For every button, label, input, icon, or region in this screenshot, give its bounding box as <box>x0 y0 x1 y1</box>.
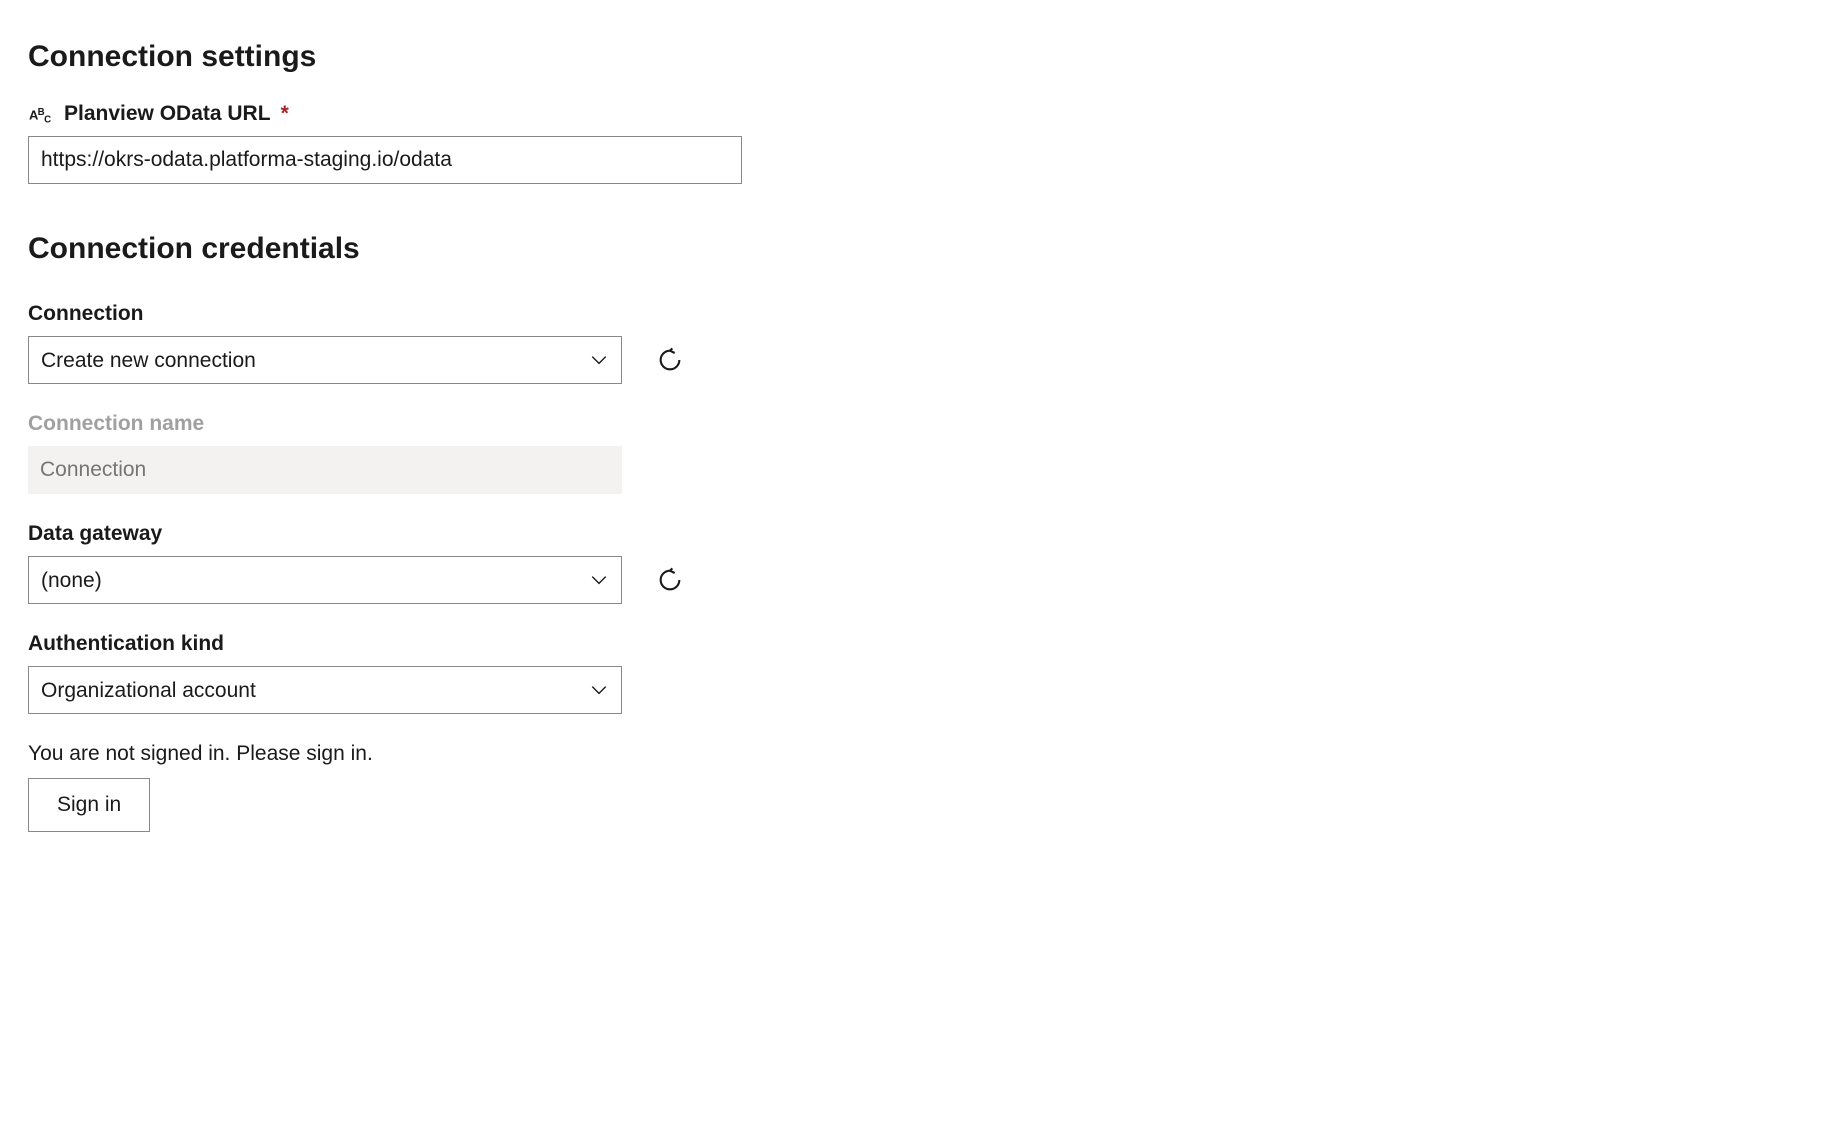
gateway-field-group: Data gateway (none) <box>28 522 1806 604</box>
refresh-icon <box>656 346 684 374</box>
connection-label: Connection <box>28 302 1806 326</box>
url-input[interactable] <box>28 136 742 184</box>
refresh-gateway-button[interactable] <box>652 562 688 598</box>
refresh-icon <box>656 566 684 594</box>
refresh-connection-button[interactable] <box>652 342 688 378</box>
text-type-icon: A B C <box>28 103 56 125</box>
required-indicator: * <box>281 102 289 126</box>
connection-select[interactable]: Create new connection <box>28 336 622 384</box>
url-field-group: A B C Planview OData URL * <box>28 102 1806 184</box>
auth-field-group: Authentication kind Organizational accou… <box>28 632 1806 714</box>
connection-name-input <box>28 446 622 494</box>
auth-select[interactable]: Organizational account <box>28 666 622 714</box>
signin-button[interactable]: Sign in <box>28 778 150 832</box>
connection-credentials-heading: Connection credentials <box>28 232 1806 266</box>
signin-message: You are not signed in. Please sign in. <box>28 742 1806 766</box>
gateway-select[interactable]: (none) <box>28 556 622 604</box>
connection-name-label: Connection name <box>28 412 1806 436</box>
url-field-label: A B C Planview OData URL * <box>28 102 1806 126</box>
connection-settings-heading: Connection settings <box>28 40 1806 74</box>
signin-section: You are not signed in. Please sign in. S… <box>28 742 1806 832</box>
gateway-label: Data gateway <box>28 522 1806 546</box>
connection-field-group: Connection Create new connection <box>28 302 1806 384</box>
svg-text:C: C <box>44 115 51 124</box>
auth-label: Authentication kind <box>28 632 1806 656</box>
connection-name-field-group: Connection name <box>28 412 1806 494</box>
url-label-text: Planview OData URL <box>64 102 271 126</box>
